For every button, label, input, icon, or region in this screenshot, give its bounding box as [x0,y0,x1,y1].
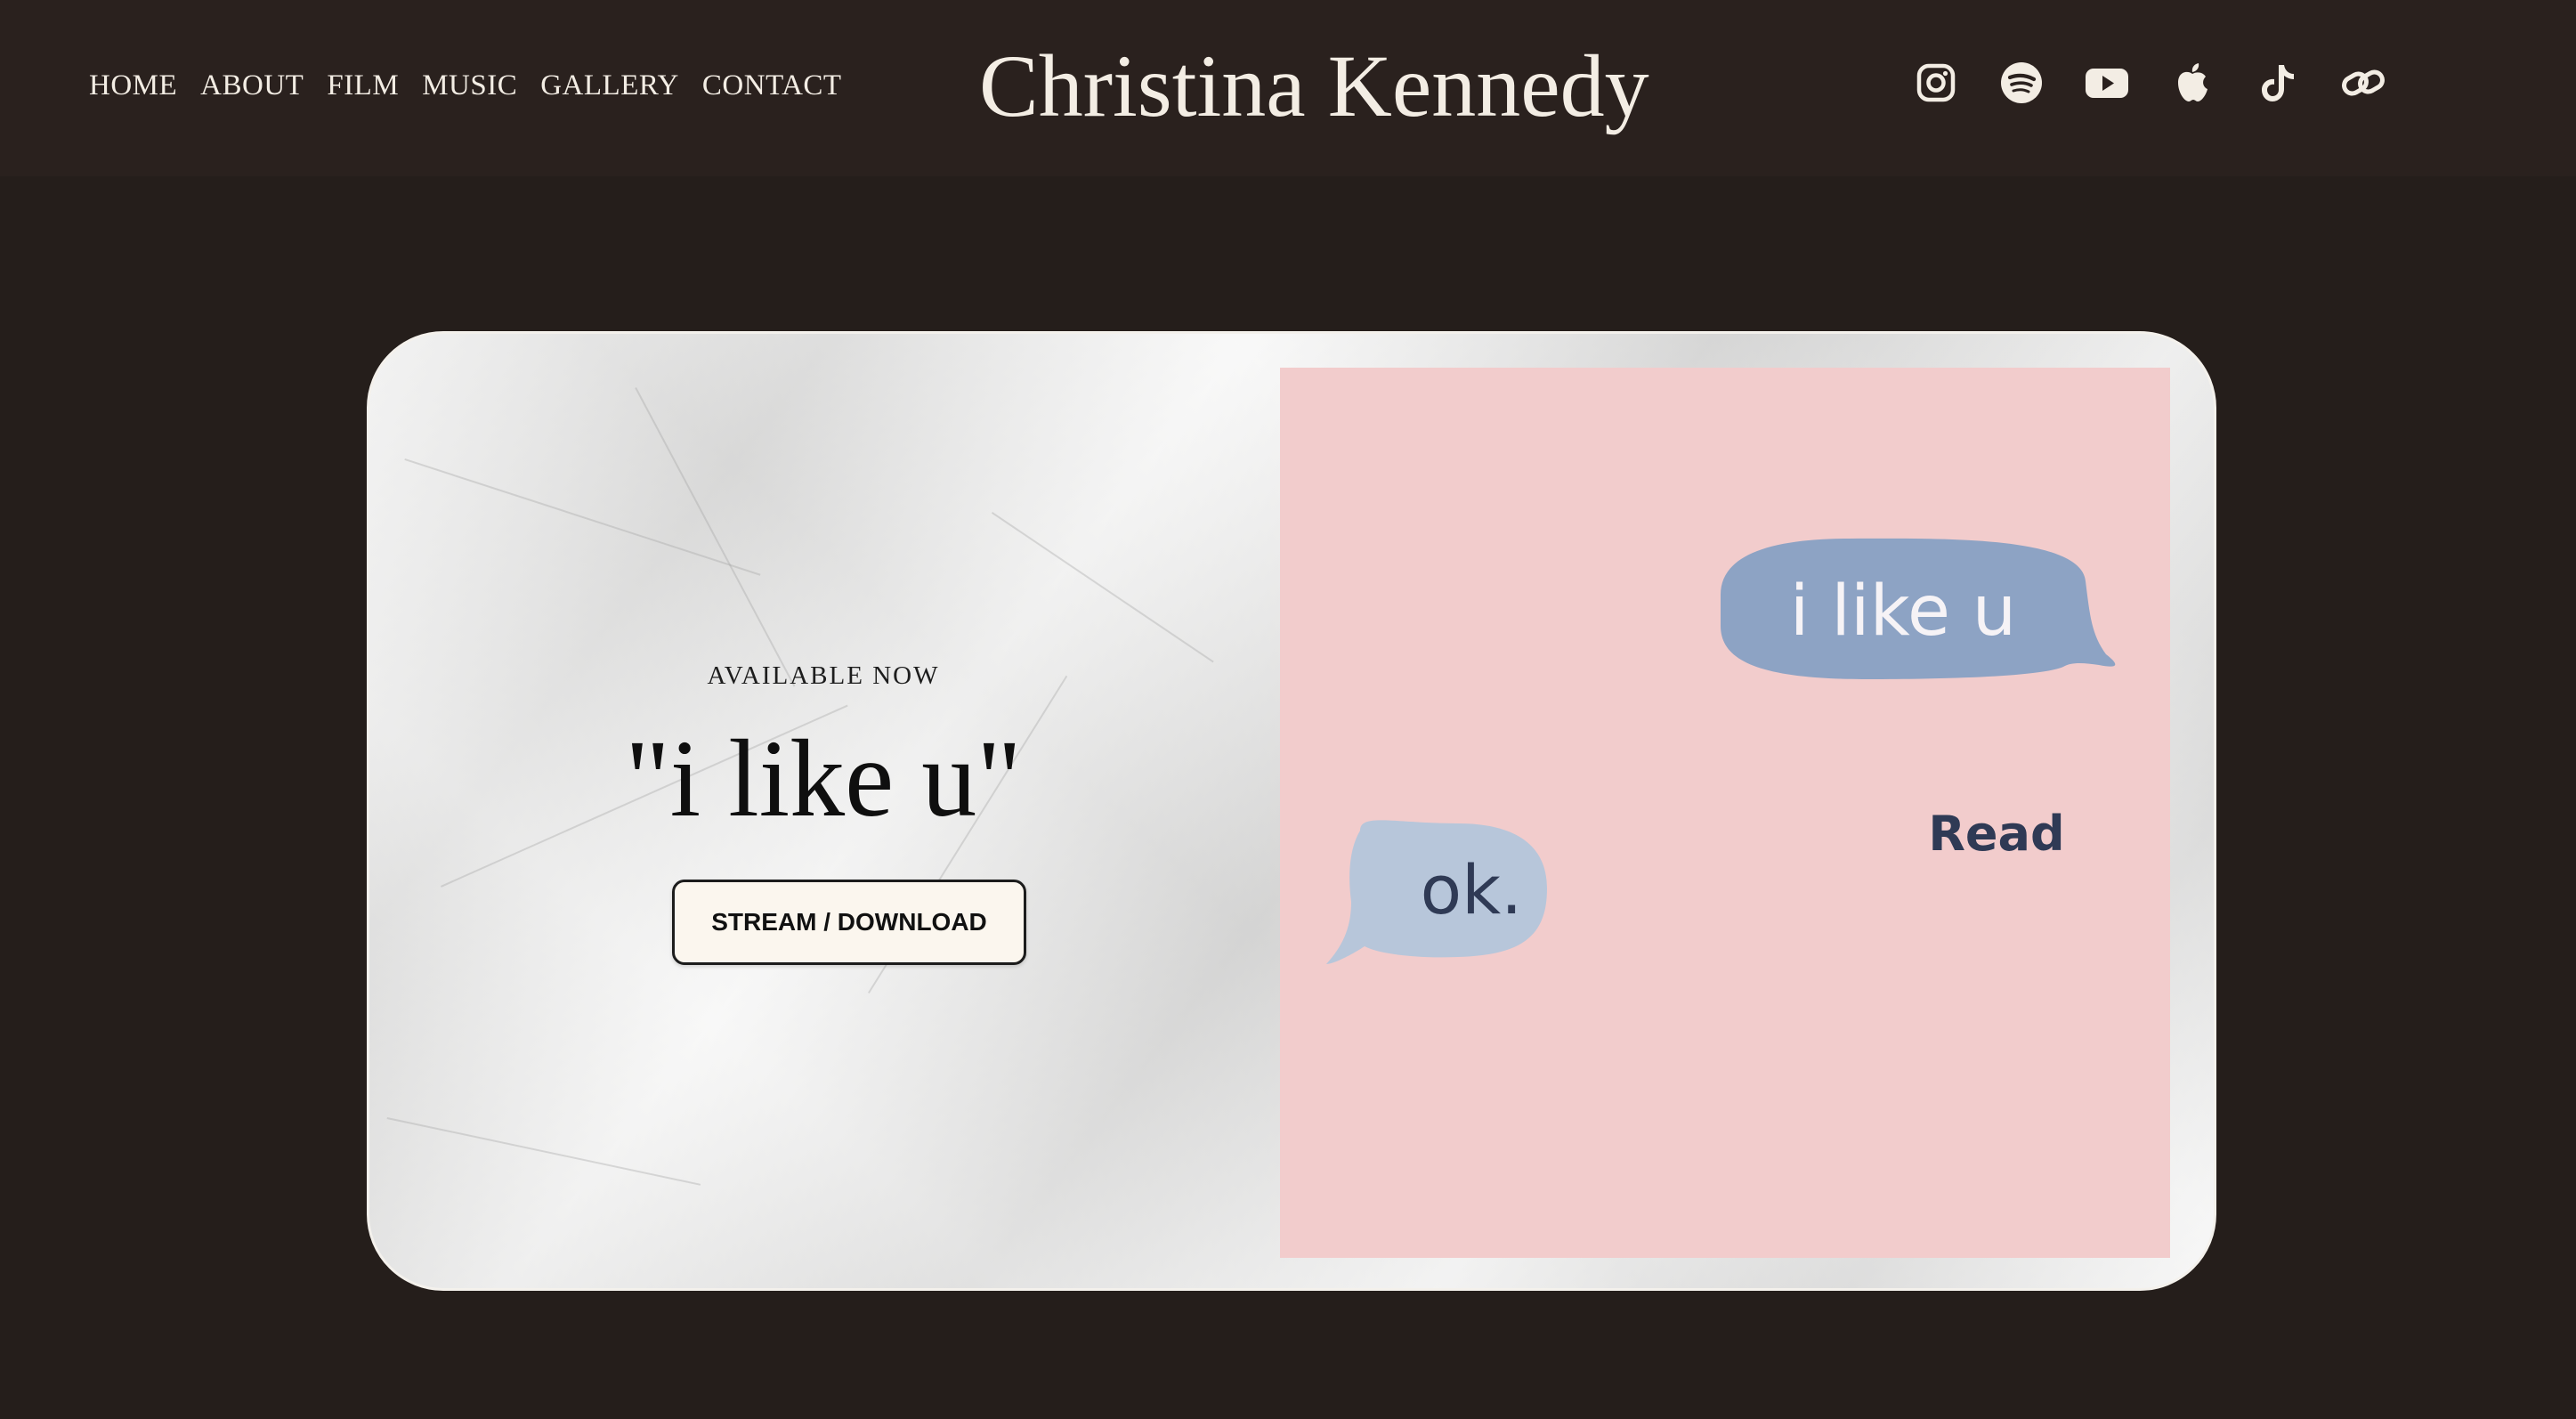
release-info: AVAILABLE NOW "i like u" STREAM / DOWNLO… [369,334,1277,1288]
sent-message-text: i like u [1790,572,2016,652]
nav-home[interactable]: HOME [89,69,177,102]
nav-contact[interactable]: CONTACT [702,69,842,102]
youtube-icon[interactable] [2085,61,2129,105]
tiktok-icon[interactable] [2256,61,2300,105]
link-icon[interactable] [2341,61,2386,105]
stream-download-button[interactable]: STREAM / DOWNLOAD [672,880,1026,965]
main-nav: HOME ABOUT FILM MUSIC GALLERY CONTACT [89,69,842,102]
nav-music[interactable]: MUSIC [422,69,517,102]
site-title[interactable]: Christina Kennedy [979,28,1649,144]
social-links [1914,61,2386,105]
release-title: "i like u" [625,718,1022,839]
availability-label: AVAILABLE NOW [707,661,940,690]
site-header: HOME ABOUT FILM MUSIC GALLERY CONTACT Ch… [0,0,2576,176]
nav-about[interactable]: ABOUT [200,69,304,102]
nav-film[interactable]: FILM [327,69,399,102]
instagram-icon[interactable] [1914,61,1958,105]
sent-message-bubble: i like u [1721,538,2116,679]
spotify-icon[interactable] [1999,61,2044,105]
received-message-text: ok. [1421,850,1523,929]
release-card: AVAILABLE NOW "i like u" STREAM / DOWNLO… [367,331,2216,1291]
apple-music-icon[interactable] [2170,61,2215,105]
album-artwork[interactable]: i like u Read ok. [1280,368,2170,1258]
received-message-bubble: ok. [1326,820,1547,964]
nav-gallery[interactable]: GALLERY [540,69,679,102]
read-receipt: Read [1928,806,2064,862]
